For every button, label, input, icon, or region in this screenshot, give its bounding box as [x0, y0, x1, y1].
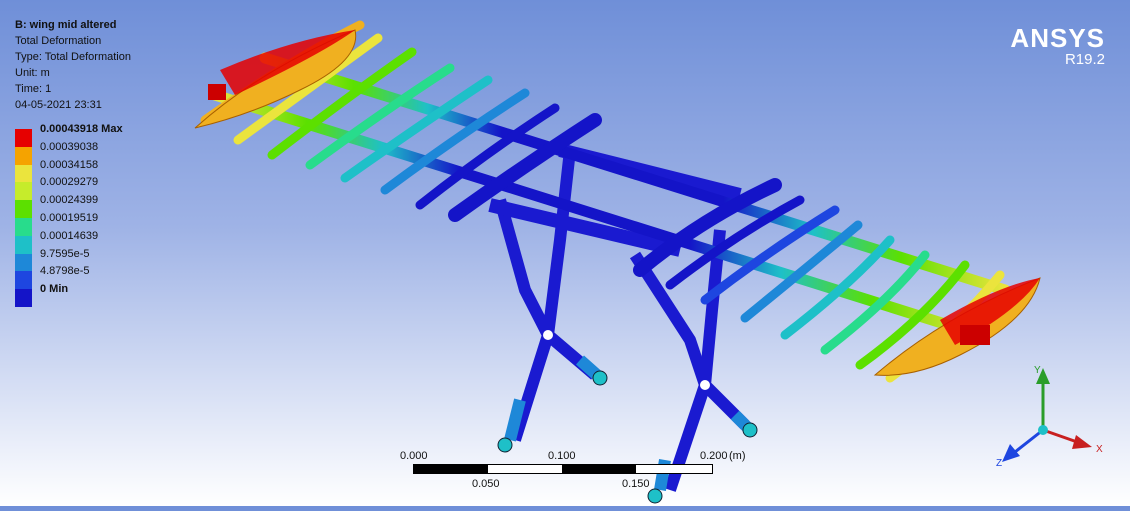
scale-label-100: 0.100	[548, 450, 576, 462]
triad-x-label: X	[1096, 444, 1103, 455]
legend-swatch	[15, 253, 32, 272]
legend-value: 0.00024399	[40, 194, 99, 207]
scale-label-150: 0.150	[622, 478, 650, 490]
scale-seg-3	[562, 465, 636, 473]
legend-value: 0.00029279	[40, 176, 99, 189]
ansys-logo: ANSYS R19.2	[1010, 24, 1105, 68]
scale-bar-graphic	[413, 464, 713, 474]
legend-value: 9.7595e-5	[40, 247, 90, 260]
result-name: Total Deformation	[15, 35, 102, 47]
legend-value: 0.00019519	[40, 211, 99, 224]
scale-label-0: 0.000	[400, 450, 428, 462]
brand-version: R19.2	[1064, 51, 1105, 68]
wing-model[interactable]: Y X Z	[0, 0, 1130, 506]
legend-swatch	[15, 271, 32, 290]
result-time: Time: 1	[15, 83, 52, 95]
legend-swatch	[15, 182, 32, 201]
brand-name: ANSYS	[1010, 23, 1105, 53]
legend-swatch	[15, 129, 32, 147]
result-type: Type: Total Deformation	[15, 51, 131, 63]
scale-unit: (m)	[729, 450, 746, 462]
legend-swatch	[15, 200, 32, 218]
legend-swatch	[15, 235, 32, 254]
coordinate-triad[interactable]: Y X Z	[996, 365, 1103, 469]
legend-swatch	[15, 217, 32, 236]
result-info: B: wing mid altered Total Deformation Ty…	[15, 17, 131, 113]
legend-value: 0 Min	[40, 283, 69, 296]
analysis-title: B: wing mid altered	[15, 19, 117, 31]
legend-swatch	[15, 289, 32, 307]
scale-bar: 0.000 0.100 0.200 (m) 0.050 0.150	[400, 450, 746, 500]
legend-value: 0.00034158	[40, 158, 99, 171]
legend-value: 0.00039038	[40, 140, 99, 153]
triad-y-label: Y	[1034, 365, 1041, 376]
graphics-viewport[interactable]: Y X Z	[0, 0, 1130, 506]
right-wingtip	[873, 277, 1041, 376]
result-timestamp: 04-05-2021 23:31	[15, 99, 102, 111]
scale-label-50: 0.050	[472, 478, 500, 490]
legend-swatch	[15, 164, 32, 183]
scale-seg-1	[414, 465, 488, 473]
legend-swatch	[15, 146, 32, 165]
scale-label-200: 0.200	[700, 450, 728, 462]
legend-value: 0.00014639	[40, 229, 99, 242]
legend-value: 0.00043918 Max	[40, 123, 123, 135]
legend-value: 4.8798e-5	[40, 265, 90, 278]
result-unit: Unit: m	[15, 67, 50, 79]
triad-z-label: Z	[996, 458, 1002, 469]
